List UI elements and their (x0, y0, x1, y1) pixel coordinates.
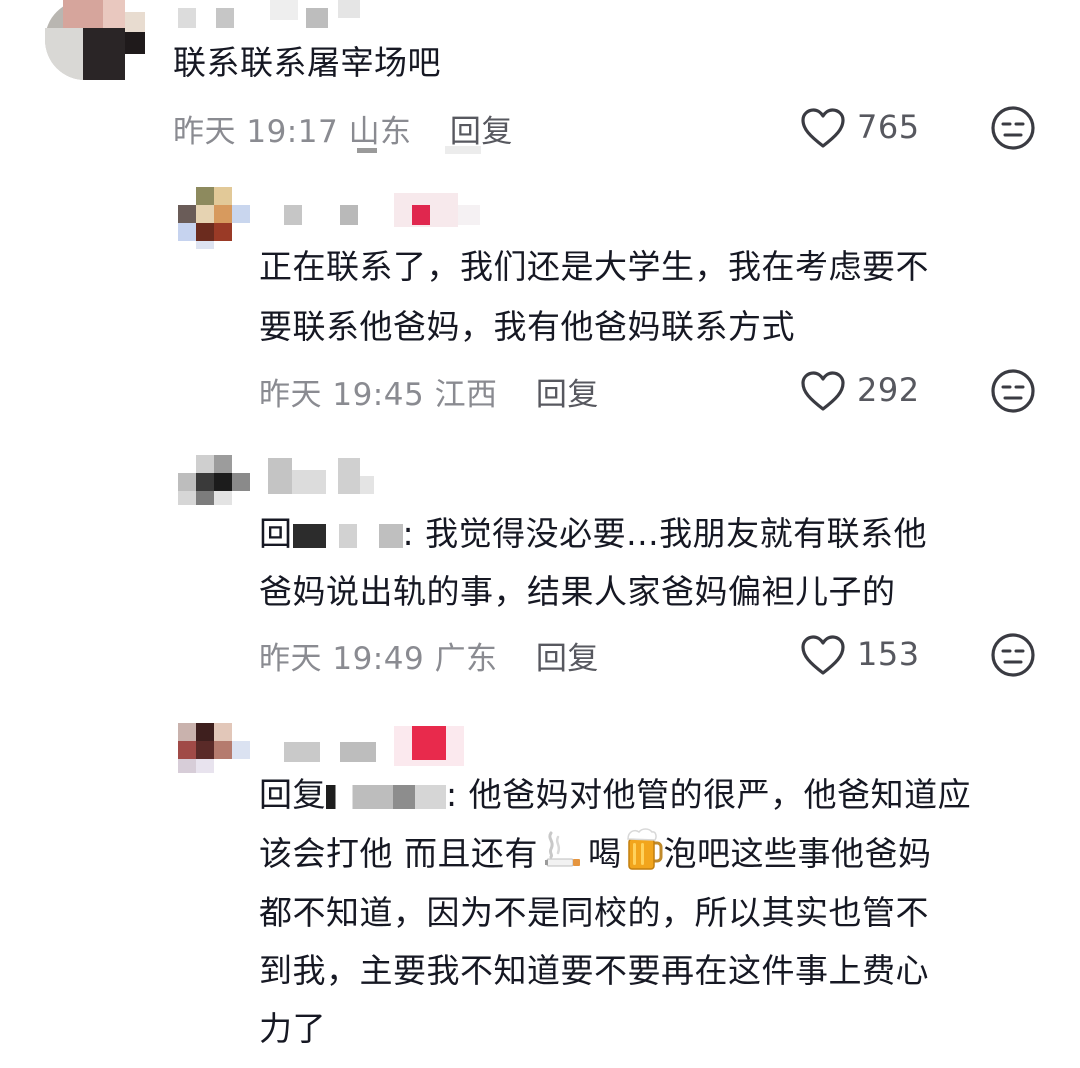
mention-censored[interactable] (326, 784, 446, 809)
comment-text: 该会打他 而且还有 喝 泡吧这些事他爸妈 (259, 825, 932, 883)
comment-text: 回复: 他爸妈对他管的很严，他爸知道应 (259, 775, 972, 814)
avatar-mosaic (83, 28, 125, 80)
comment-meta: 昨天 19:45 江西 回复 (259, 369, 599, 414)
comment-text: 回: 我觉得没必要...我朋友就有联系他 (259, 514, 928, 553)
censor-mark (357, 148, 377, 153)
avatar-mosaic (125, 32, 145, 54)
cigarette-emoji (545, 831, 580, 867)
comment-meta: 昨天 19:17 山东 回复 (173, 106, 513, 151)
mention-censored[interactable] (292, 523, 403, 548)
reply-button[interactable]: 回复 (536, 641, 599, 677)
neutral-face-icon[interactable] (990, 105, 1036, 151)
username-censored[interactable] (284, 193, 494, 227)
neutral-face-icon[interactable] (990, 368, 1036, 414)
reply-button[interactable]: 回复 (536, 377, 599, 413)
avatar-mosaic (45, 28, 83, 80)
heart-outline-icon[interactable] (800, 107, 846, 149)
comment-text: 力了 (259, 1009, 326, 1048)
comment-location: 江西 (434, 377, 498, 413)
comment-time: 昨天 19:17 (173, 114, 339, 150)
avatar[interactable] (178, 187, 250, 253)
avatar-mosaic (125, 12, 145, 32)
comment-text: 爸妈说出轨的事，结果人家爸妈偏袒儿子的 (259, 572, 896, 611)
comment-time: 昨天 19:49 (259, 641, 425, 677)
avatar[interactable] (45, 0, 145, 80)
comment-text: 正在联系了，我们还是大学生，我在考虑要不 (259, 247, 929, 286)
reply-button[interactable]: 回复 (450, 114, 513, 150)
avatar[interactable] (178, 455, 250, 521)
like-count: 765 (857, 108, 920, 146)
username-censored[interactable] (284, 726, 494, 766)
comment-meta: 昨天 19:49 广东 回复 (259, 633, 599, 678)
username-censored[interactable] (178, 0, 378, 28)
comment-text: 联系联系屠宰场吧 (173, 43, 441, 82)
comment-text: 要联系他爸妈，我有他爸妈联系方式 (259, 307, 795, 346)
comment-time: 昨天 19:45 (259, 377, 425, 413)
avatar-mosaic (103, 0, 125, 28)
username-censored[interactable] (268, 458, 388, 494)
comment-text: 到我，主要我不知道要不要再在这件事上费心 (259, 951, 929, 990)
comment-text: 都不知道，因为不是同校的，所以其实也管不 (259, 893, 929, 932)
avatar-mosaic (63, 0, 103, 28)
comment-location: 山东 (348, 114, 412, 150)
like-count: 153 (857, 635, 920, 673)
censor-mark (445, 146, 481, 154)
heart-outline-icon[interactable] (800, 370, 846, 412)
like-count: 292 (857, 371, 920, 409)
comment-location: 广东 (434, 641, 498, 677)
beer-mug-emoji (626, 828, 662, 870)
neutral-face-icon[interactable] (990, 632, 1036, 678)
heart-outline-icon[interactable] (800, 634, 846, 676)
avatar[interactable] (178, 723, 250, 789)
